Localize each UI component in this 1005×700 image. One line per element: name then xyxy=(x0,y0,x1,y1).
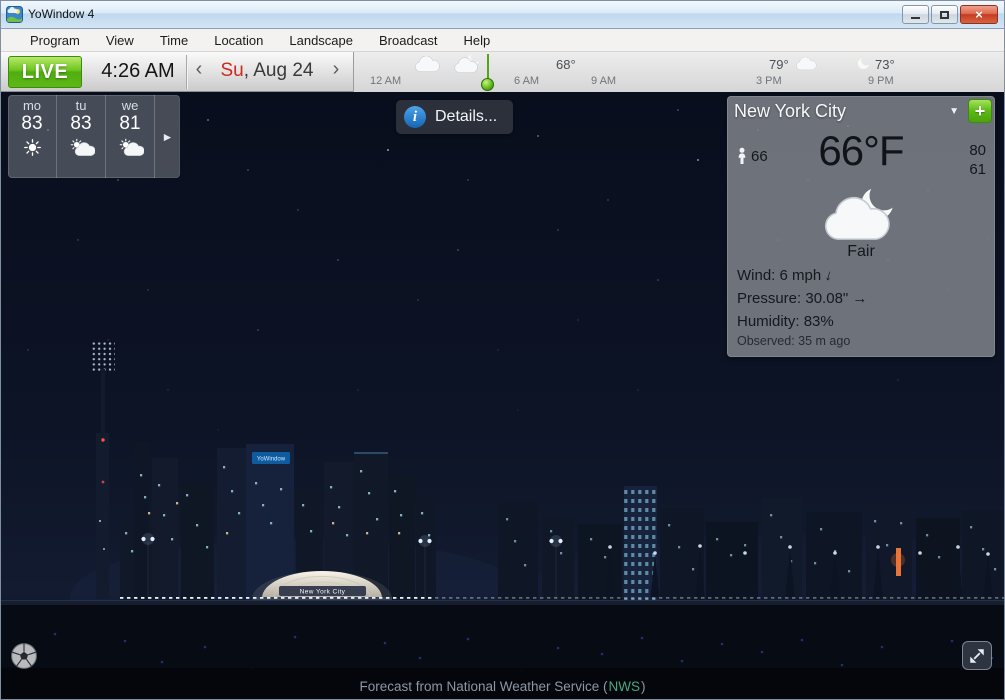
footer-text-end: ) xyxy=(641,679,646,694)
minimize-icon xyxy=(911,17,920,19)
menu-broadcast[interactable]: Broadcast xyxy=(366,30,451,51)
sun-cloud-icon xyxy=(68,138,95,157)
chevron-down-icon[interactable]: ▼ xyxy=(949,106,959,117)
toolbar-separator xyxy=(186,55,187,89)
live-button[interactable]: LIVE xyxy=(8,56,82,88)
toolbar: LIVE 4:26 AM ‹ Su, Aug 24 › 68° 79° 73° … xyxy=(0,52,1005,92)
window-title: YoWindow 4 xyxy=(28,7,94,21)
maximize-button[interactable] xyxy=(931,5,958,24)
maximize-icon xyxy=(940,11,949,19)
observed-label: Observed: xyxy=(737,334,795,348)
info-icon: i xyxy=(404,106,426,128)
billboard: YoWindow xyxy=(252,452,290,464)
moon-cloud-icon xyxy=(816,185,906,243)
footer-text: Forecast from National Weather Service ( xyxy=(359,679,607,694)
details-label: Details... xyxy=(435,108,497,126)
menu-bar: Program View Time Location Landscape Bro… xyxy=(0,29,1005,52)
highway xyxy=(0,595,1005,606)
nws-link[interactable]: NWS xyxy=(609,679,641,694)
low-temp: 61 xyxy=(969,160,986,179)
date-day: Su xyxy=(221,60,244,81)
forecast-day-name: mo xyxy=(23,98,41,113)
humidity-line: Humidity: 83% xyxy=(727,313,995,330)
high-low: 80 61 xyxy=(969,141,986,179)
fullscreen-icon xyxy=(968,647,986,665)
temp-9am: 68° xyxy=(556,57,576,72)
wind-value: 6 mph xyxy=(780,267,822,284)
date-label: Su, Aug 24 xyxy=(210,60,324,82)
wind-label: Wind: xyxy=(737,267,775,284)
moon-cloud-icon xyxy=(452,53,483,74)
forecast-day-temp: 81 xyxy=(119,113,140,135)
wind-direction-icon: ↓ xyxy=(823,266,834,284)
fullscreen-button[interactable] xyxy=(962,641,992,670)
forecast-day-name: we xyxy=(122,98,139,113)
pressure-line: Pressure: 30.08" → xyxy=(727,290,995,307)
cloud-icon xyxy=(795,57,817,71)
pressure-trend-icon: → xyxy=(852,290,867,307)
prev-day-button[interactable]: ‹ xyxy=(191,58,207,81)
close-icon: × xyxy=(975,7,983,22)
menu-help[interactable]: Help xyxy=(451,30,504,51)
menu-landscape[interactable]: Landscape xyxy=(276,30,366,51)
cloud-icon xyxy=(414,56,440,73)
minimize-button[interactable] xyxy=(902,5,929,24)
date-rest: , Aug 24 xyxy=(244,60,314,81)
humidity-value: 83% xyxy=(804,313,834,330)
temp-3pm: 79° xyxy=(769,57,789,72)
soccer-ball-button[interactable] xyxy=(10,642,38,670)
tick-9pm: 9 PM xyxy=(868,75,894,87)
billboard-text: YoWindow xyxy=(257,457,286,463)
tick-3pm: 3 PM xyxy=(756,75,782,87)
menu-time[interactable]: Time xyxy=(147,30,201,51)
forecast-day-we[interactable]: we 81 xyxy=(106,95,155,178)
slider-handle[interactable] xyxy=(481,78,494,91)
forecast-day-name: tu xyxy=(76,98,87,113)
next-day-button[interactable]: › xyxy=(328,58,344,81)
observed-value: 35 m ago xyxy=(798,334,850,348)
temp-9pm: 73° xyxy=(875,57,895,72)
menu-program[interactable]: Program xyxy=(17,30,93,51)
tick-9am: 9 AM xyxy=(591,75,616,87)
pressure-value: 30.08" xyxy=(805,290,848,307)
wind-line: Wind: 6 mph ↓ xyxy=(727,267,995,284)
forecast-strip: mo 83 tu 83 we 81 ► xyxy=(8,95,180,178)
sun-cloud-icon xyxy=(117,138,144,157)
add-location-button[interactable]: + xyxy=(968,99,992,123)
details-button[interactable]: i Details... xyxy=(396,100,513,134)
moon-icon xyxy=(856,56,871,71)
tick-12am: 12 AM xyxy=(370,75,401,87)
forecast-expand-button[interactable]: ► xyxy=(155,95,180,178)
time-slider[interactable]: 68° 79° 73° 12 AM 6 AM 9 AM 3 PM 9 PM xyxy=(353,52,1005,92)
expand-arrow-icon: ► xyxy=(162,130,174,144)
sun-icon xyxy=(23,138,42,157)
app-icon xyxy=(6,6,23,23)
pressure-label: Pressure: xyxy=(737,290,801,307)
forecast-day-tu[interactable]: tu 83 xyxy=(57,95,106,178)
forecast-day-mo[interactable]: mo 83 xyxy=(8,95,57,178)
location-selector[interactable]: New York City xyxy=(734,101,949,122)
menu-view[interactable]: View xyxy=(93,30,147,51)
menu-location[interactable]: Location xyxy=(201,30,276,51)
title-bar: YoWindow 4 × xyxy=(0,0,1005,29)
tick-6am: 6 AM xyxy=(514,75,539,87)
status-bar: Forecast from National Weather Service (… xyxy=(0,672,1005,700)
close-button[interactable]: × xyxy=(960,5,998,24)
condition-label: Fair xyxy=(727,243,995,261)
weather-panel: New York City ▼ + 66 66°F 80 61 Fair Win… xyxy=(727,96,995,357)
current-temperature: 66°F xyxy=(727,127,995,175)
forecast-day-temp: 83 xyxy=(70,113,91,135)
observed-line: Observed: 35 m ago xyxy=(727,334,995,348)
humidity-label: Humidity: xyxy=(737,313,800,330)
stadium-text: New York City xyxy=(300,589,346,596)
forecast-day-temp: 83 xyxy=(21,113,42,135)
clock-display: 4:26 AM xyxy=(94,60,182,83)
high-temp: 80 xyxy=(969,141,986,160)
